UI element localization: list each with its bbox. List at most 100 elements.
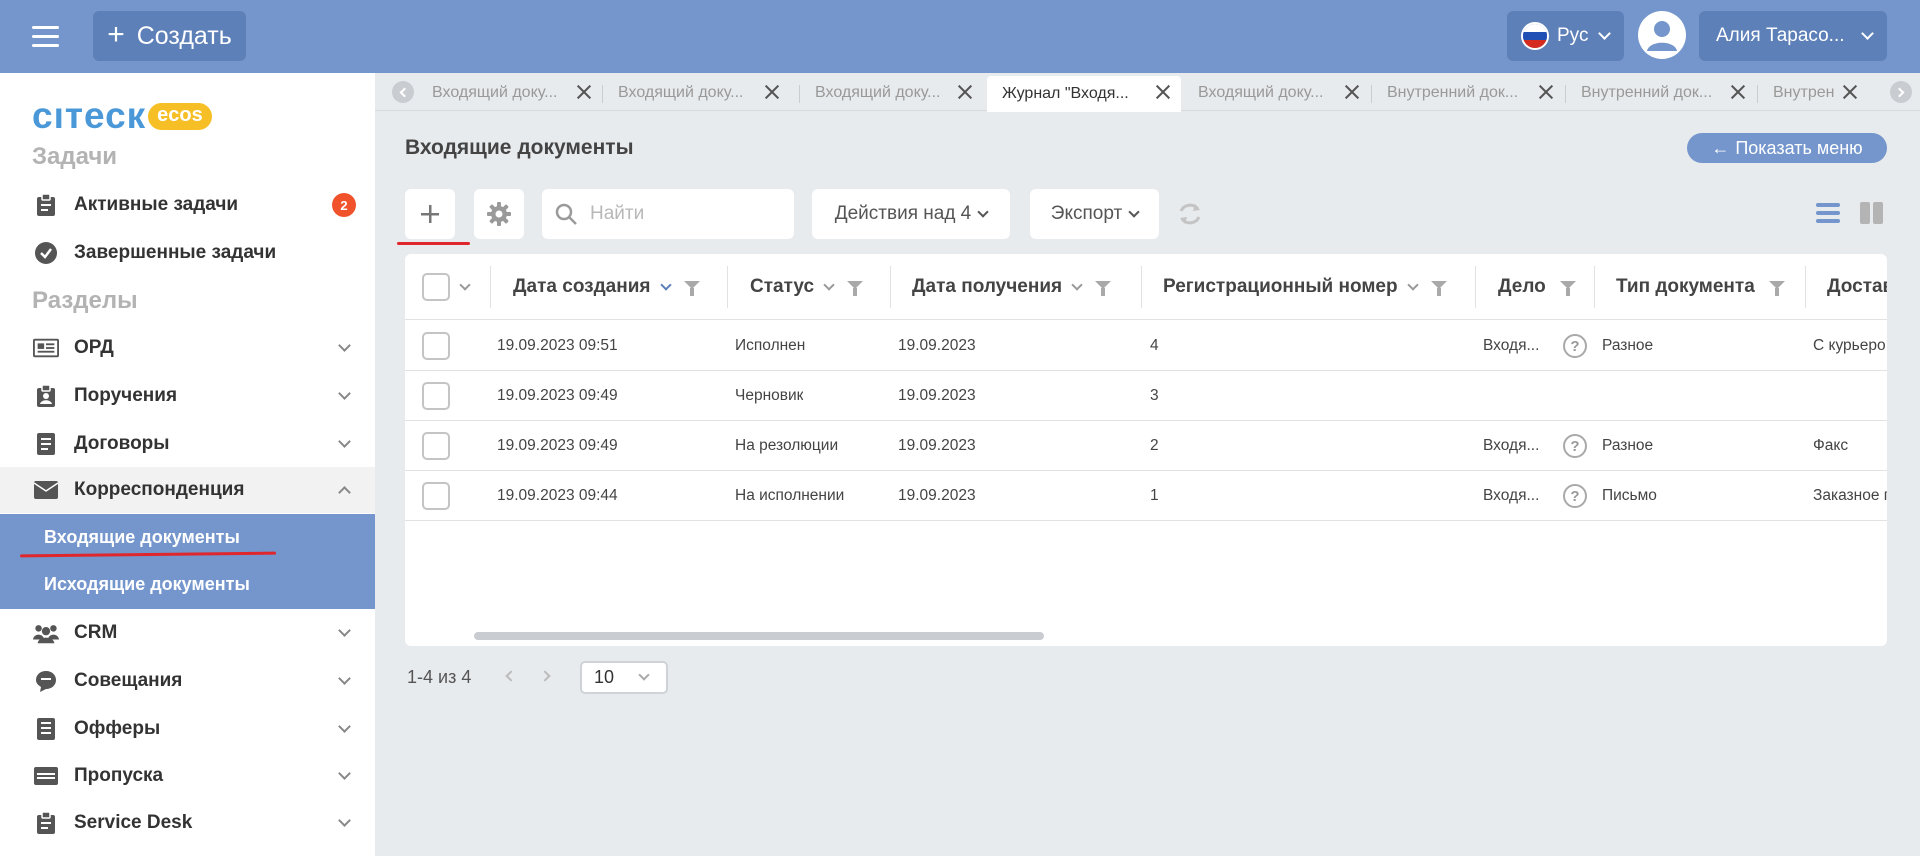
user-name: Алия Тарасо... bbox=[1716, 25, 1845, 46]
split-view-icon[interactable] bbox=[1858, 200, 1886, 231]
sidebar-item-offers[interactable]: Офферы bbox=[0, 706, 375, 752]
column-header-created-date[interactable]: Дата создания bbox=[513, 254, 700, 320]
select-all-checkbox[interactable] bbox=[422, 273, 450, 301]
cell-case[interactable]: Входя... bbox=[1483, 321, 1539, 371]
arrow-left-icon: ← bbox=[1711, 137, 1730, 158]
column-separator bbox=[1805, 266, 1806, 308]
create-button[interactable]: + Создать bbox=[93, 11, 246, 61]
row-checkbox[interactable] bbox=[422, 332, 450, 360]
tab-internal-document-1[interactable]: Внутренний док... bbox=[1372, 76, 1564, 110]
column-separator bbox=[1141, 266, 1142, 308]
chevron-down-icon bbox=[1598, 27, 1612, 40]
filter-icon[interactable] bbox=[847, 281, 864, 296]
tab-incoming-document-4[interactable]: Входящий доку... bbox=[1183, 76, 1370, 110]
filter-icon[interactable] bbox=[1095, 281, 1112, 296]
close-icon[interactable] bbox=[957, 84, 973, 100]
tab-internal-document-2[interactable]: Внутренний док... bbox=[1566, 76, 1756, 110]
tab-scroll-left-icon[interactable] bbox=[392, 81, 414, 103]
table-row[interactable]: 19.09.2023 09:49 На резолюции 19.09.2023… bbox=[405, 421, 1887, 471]
next-page-icon[interactable] bbox=[539, 670, 551, 682]
add-record-button[interactable] bbox=[405, 189, 455, 239]
hamburger-menu-icon[interactable] bbox=[26, 16, 66, 56]
close-icon[interactable] bbox=[576, 84, 592, 100]
tab-scroll-right-icon[interactable] bbox=[1890, 81, 1912, 103]
export-dropdown[interactable]: Экспорт bbox=[1030, 189, 1159, 239]
sort-icon[interactable] bbox=[823, 278, 835, 291]
tab-internal-document-3[interactable]: Внутрен bbox=[1758, 76, 1868, 110]
table-row[interactable]: 19.09.2023 09:51 Исполнен 19.09.2023 4 В… bbox=[405, 321, 1887, 371]
cell-registration-number: 3 bbox=[1150, 387, 1159, 404]
filter-icon[interactable] bbox=[683, 281, 700, 296]
page-size-select[interactable]: 10 bbox=[580, 661, 668, 694]
list-view-icon[interactable] bbox=[1814, 200, 1842, 231]
cell-created-date: 19.09.2023 09:49 bbox=[497, 437, 618, 454]
cell-delivery: С курьеро bbox=[1813, 337, 1886, 354]
question-icon[interactable]: ? bbox=[1563, 484, 1587, 508]
filter-icon[interactable] bbox=[1559, 281, 1576, 296]
chevron-down-icon bbox=[638, 669, 650, 681]
sidebar-item-crm[interactable]: CRM bbox=[0, 610, 375, 656]
cell-created-date: 19.09.2023 09:44 bbox=[497, 487, 618, 504]
tab-incoming-document-1[interactable]: Входящий доку... bbox=[417, 76, 602, 110]
tab-incoming-document-3[interactable]: Входящий доку... bbox=[800, 76, 983, 110]
submenu-item-outgoing-documents[interactable]: Исходящие документы bbox=[0, 561, 375, 607]
sidebar-item-contracts[interactable]: Договоры bbox=[0, 421, 375, 467]
cell-case[interactable]: Входя... bbox=[1483, 421, 1539, 471]
sidebar-item-assignments[interactable]: Поручения bbox=[0, 373, 375, 419]
show-menu-button[interactable]: ← Показать меню bbox=[1687, 133, 1887, 163]
table-row[interactable]: 19.09.2023 09:44 На исполнении 19.09.202… bbox=[405, 471, 1887, 521]
language-selector[interactable]: Рус bbox=[1507, 11, 1624, 61]
close-icon[interactable] bbox=[764, 84, 780, 100]
filter-icon[interactable] bbox=[1430, 281, 1447, 296]
cell-received-date: 19.09.2023 bbox=[898, 337, 976, 354]
close-icon[interactable] bbox=[1155, 84, 1171, 100]
correspondence-submenu: Входящие документы Исходящие документы bbox=[0, 514, 375, 609]
sidebar-item-label: Завершенные задачи bbox=[74, 242, 277, 263]
chevron-down-icon bbox=[338, 434, 351, 448]
sidebar-item-service-desk[interactable]: Service Desk bbox=[0, 800, 375, 846]
close-icon[interactable] bbox=[1730, 84, 1746, 100]
question-icon[interactable]: ? bbox=[1563, 434, 1587, 458]
question-icon[interactable]: ? bbox=[1563, 334, 1587, 358]
refresh-icon[interactable] bbox=[1176, 201, 1204, 232]
column-header-document-type[interactable]: Тип документа bbox=[1616, 254, 1785, 320]
filter-icon[interactable] bbox=[1768, 281, 1785, 296]
row-checkbox[interactable] bbox=[422, 482, 450, 510]
sidebar-item-correspondence[interactable]: Корреспонденция bbox=[0, 467, 375, 513]
close-icon[interactable] bbox=[1344, 84, 1360, 100]
tab-journal-incoming[interactable]: Журнал "Входя... bbox=[987, 76, 1181, 112]
column-header-received-date[interactable]: Дата получения bbox=[912, 254, 1112, 320]
user-menu-button[interactable]: Алия Тарасо... bbox=[1699, 11, 1887, 61]
sidebar-item-ord[interactable]: ОРД bbox=[0, 325, 375, 371]
close-icon[interactable] bbox=[1538, 84, 1554, 100]
sidebar-item-completed-tasks[interactable]: Завершенные задачи bbox=[0, 230, 375, 276]
citeck-logo[interactable]: cıтеск ecos bbox=[32, 95, 212, 137]
sort-icon[interactable] bbox=[659, 278, 672, 291]
sidebar-item-meetings[interactable]: Совещания bbox=[0, 658, 375, 704]
cell-received-date: 19.09.2023 bbox=[898, 437, 976, 454]
chevron-down-icon[interactable] bbox=[459, 279, 471, 291]
horizontal-scrollbar[interactable] bbox=[474, 632, 1044, 640]
row-checkbox[interactable] bbox=[422, 382, 450, 410]
row-checkbox[interactable] bbox=[422, 432, 450, 460]
sidebar-item-label: CRM bbox=[74, 622, 118, 643]
sort-icon[interactable] bbox=[1071, 278, 1083, 291]
sidebar-item-active-tasks[interactable]: Активные задачи 2 bbox=[0, 182, 375, 228]
table-row[interactable]: 19.09.2023 09:49 Черновик 19.09.2023 3 bbox=[405, 371, 1887, 421]
column-header-delivery[interactable]: Достав bbox=[1827, 254, 1887, 320]
chevron-down-icon bbox=[338, 623, 351, 637]
column-header-status[interactable]: Статус bbox=[750, 254, 864, 320]
close-icon[interactable] bbox=[1842, 84, 1858, 100]
tab-incoming-document-2[interactable]: Входящий доку... bbox=[603, 76, 790, 110]
sort-icon[interactable] bbox=[1406, 278, 1419, 291]
settings-button[interactable] bbox=[474, 189, 524, 239]
search-input[interactable]: Найти bbox=[542, 189, 794, 239]
avatar[interactable] bbox=[1638, 11, 1686, 59]
sidebar-item-label: Корреспонденция bbox=[74, 479, 245, 500]
cell-case[interactable]: Входя... bbox=[1483, 471, 1539, 521]
column-header-registration-number[interactable]: Регистрационный номер bbox=[1163, 254, 1447, 320]
sidebar-item-passes[interactable]: Пропуска bbox=[0, 753, 375, 799]
bulk-actions-dropdown[interactable]: Действия над 4 bbox=[812, 189, 1010, 239]
column-header-case[interactable]: Дело bbox=[1498, 254, 1576, 320]
prev-page-icon[interactable] bbox=[505, 670, 517, 682]
